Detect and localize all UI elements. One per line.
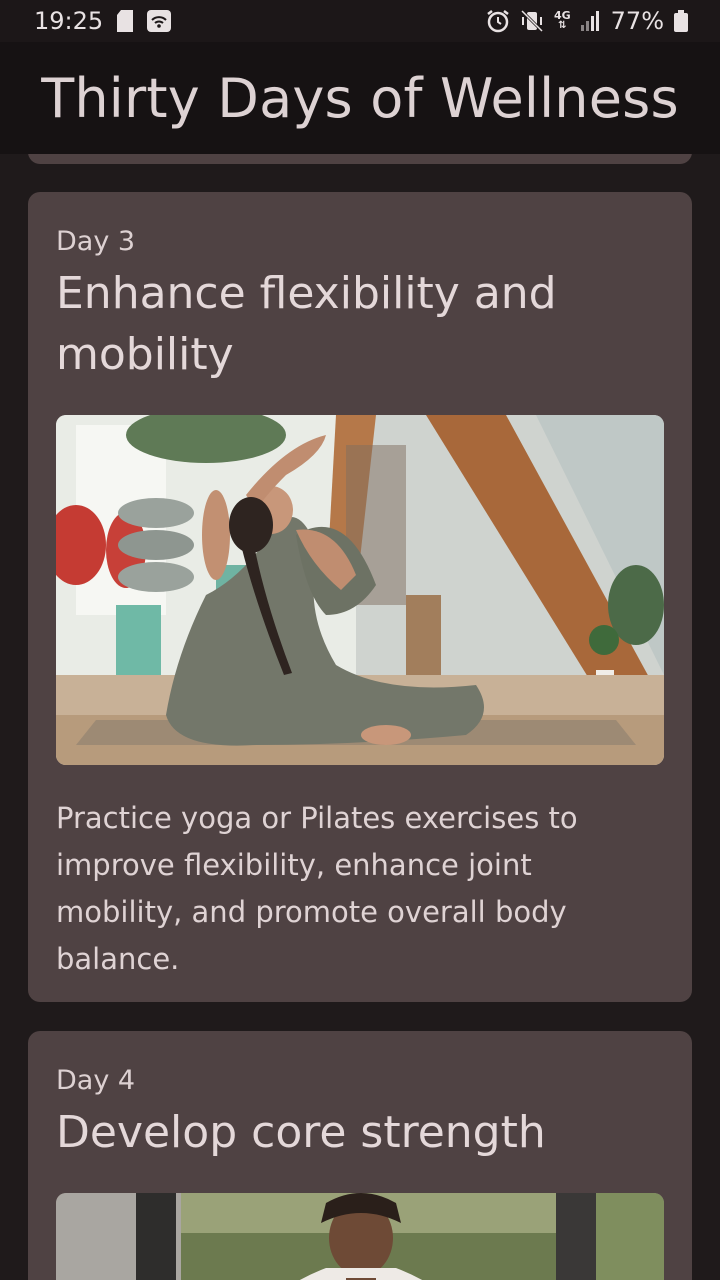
network-type-icon: 4G ⇅ (553, 9, 571, 31)
app-title: Thirty Days of Wellness (41, 66, 679, 130)
status-bar: 19:25 4G ⇅ 77% (0, 0, 720, 42)
core-workout-photo (56, 1193, 664, 1280)
alarm-icon (486, 9, 510, 33)
status-time: 19:25 (34, 7, 104, 35)
card-title: Enhance flexibility and mobility (56, 268, 557, 380)
signal-icon (580, 11, 601, 31)
card-list[interactable]: Day 3 Enhance flexibility and mobility P… (0, 154, 720, 1280)
day-card-4[interactable]: Day 4 Develop core strength (28, 1031, 692, 1280)
card-day-label: Day 4 (56, 1065, 136, 1096)
vibrate-mute-icon (520, 9, 544, 33)
day-card-3[interactable]: Day 3 Enhance flexibility and mobility P… (28, 192, 692, 1002)
card-day-label: Day 3 (56, 226, 136, 257)
wifi-icon (147, 10, 172, 32)
card-description: Practice yoga or Pilates exercises to im… (56, 801, 578, 976)
previous-card[interactable] (28, 154, 692, 164)
card-title: Develop core strength (56, 1107, 546, 1158)
battery-percent: 77% (610, 7, 664, 35)
yoga-pose-photo (56, 415, 664, 765)
app-bar: Thirty Days of Wellness (0, 42, 720, 154)
battery-icon (674, 10, 688, 32)
sd-card-icon (117, 10, 134, 32)
